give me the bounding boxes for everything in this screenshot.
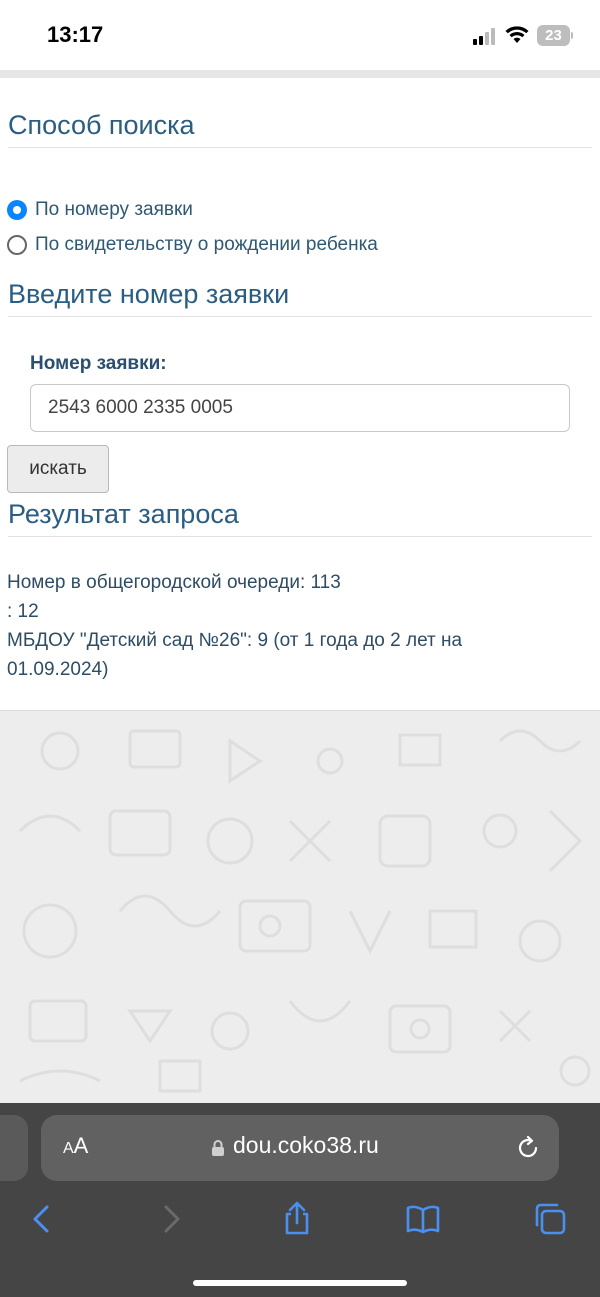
- background-pattern: [0, 711, 600, 1103]
- radio-label: По номеру заявки: [35, 199, 193, 220]
- lock-icon: [212, 1140, 224, 1156]
- radio-label: По свидетельству о рождении ребенка: [35, 234, 378, 255]
- radio-by-birth-certificate[interactable]: По свидетельству о рождении ребенка: [7, 234, 378, 256]
- reload-icon[interactable]: [515, 1135, 541, 1161]
- reader-aa-button[interactable]: AA: [63, 1133, 88, 1159]
- status-time: 13:17: [47, 22, 104, 47]
- wifi-icon: [505, 26, 529, 43]
- back-arrow-icon[interactable]: [24, 1201, 60, 1237]
- radio-unchecked-icon[interactable]: [7, 235, 27, 255]
- browser-toolbar: AA dou.coko38.ru: [0, 1103, 600, 1297]
- status-bar: 13:17 23: [0, 0, 600, 70]
- application-entry-title: Введите номер заявки: [8, 279, 592, 317]
- result-title: Результат запроса: [8, 499, 592, 537]
- application-number-label: Номер заявки:: [30, 353, 167, 374]
- background-pattern-strip: [0, 70, 600, 78]
- tabs-icon[interactable]: [532, 1201, 568, 1237]
- application-number-input[interactable]: 2543 6000 2335 0005: [30, 384, 570, 432]
- result-date: 01.09.2024): [7, 659, 109, 680]
- previous-tab-preview[interactable]: [0, 1115, 28, 1181]
- forward-arrow-icon[interactable]: [153, 1201, 189, 1237]
- bookmarks-icon[interactable]: [405, 1201, 441, 1237]
- battery-level: 23: [545, 27, 562, 44]
- url-text[interactable]: dou.coko38.ru: [233, 1132, 379, 1159]
- search-panel: Способ поиска По номеру заявки По свидет…: [0, 78, 600, 711]
- address-bar[interactable]: AA dou.coko38.ru: [41, 1115, 559, 1181]
- search-method-title: Способ поиска: [8, 110, 592, 148]
- result-line: : 12: [7, 601, 39, 622]
- result-queue-number: Номер в общегородской очереди: 113: [7, 572, 341, 593]
- cellular-signal-icon: [473, 27, 499, 45]
- search-button[interactable]: искать: [7, 445, 109, 493]
- radio-by-application-number[interactable]: По номеру заявки: [7, 199, 193, 221]
- home-indicator: [193, 1280, 407, 1286]
- doodle-pattern-graphic: [18, 729, 591, 1093]
- share-icon[interactable]: [279, 1201, 315, 1237]
- radio-checked-icon[interactable]: [7, 200, 27, 220]
- battery-icon: 23: [537, 25, 573, 46]
- result-kindergarten: МБДОУ "Детский сад №26": 9 (от 1 года до…: [7, 630, 463, 651]
